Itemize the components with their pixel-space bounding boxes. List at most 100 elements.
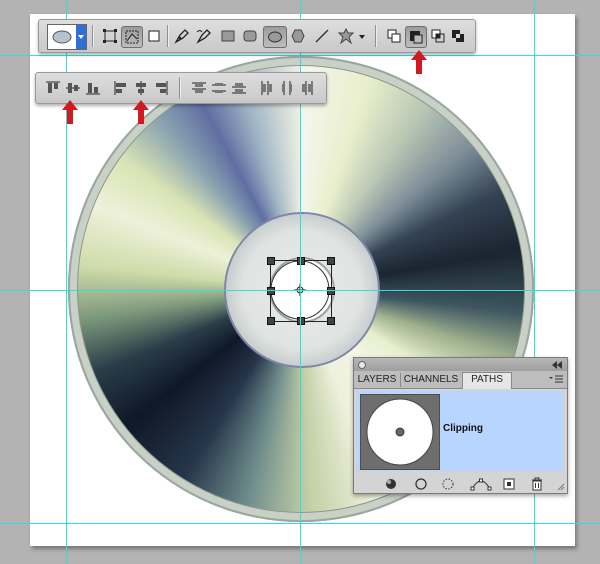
distribute-horizontal-centers-button[interactable]: [278, 79, 296, 97]
panel-tabs: LAYERS CHANNELS PATHS: [354, 371, 567, 389]
distribute-bottom-icon: [232, 83, 246, 94]
transform-handle-top[interactable]: [297, 257, 305, 265]
polygon-icon: [291, 29, 305, 43]
align-left-edges-button[interactable]: [112, 79, 130, 97]
guide-horizontal: [0, 290, 600, 291]
custom-shape-tool-button[interactable]: [337, 27, 355, 45]
distribute-horizontal-centers-icon: [282, 81, 292, 95]
resize-grip-icon[interactable]: [557, 483, 565, 491]
rounded-rectangle-icon: [243, 30, 257, 42]
rounded-rectangle-tool-button[interactable]: [241, 27, 259, 45]
distribute-left-icon: [261, 81, 272, 95]
trash-icon[interactable]: [530, 477, 544, 491]
subtract-area-icon: [410, 31, 423, 44]
intersect-area-icon: [431, 29, 445, 43]
chevron-down-icon: [78, 35, 84, 39]
paths-mode-icon: [125, 30, 139, 44]
panel-menu-icon[interactable]: [548, 374, 564, 386]
distribute-bottom-edges-button[interactable]: [230, 79, 248, 97]
path-thumbnail-shape: [366, 398, 434, 466]
fill-pixels-mode-button[interactable]: [145, 27, 163, 45]
custom-shape-icon: [338, 28, 354, 44]
add-to-path-area-button[interactable]: [385, 27, 403, 45]
pen-tool-button[interactable]: [173, 27, 191, 45]
distribute-vertical-centers-button[interactable]: [210, 79, 228, 97]
panel-title-bar[interactable]: [354, 358, 567, 371]
align-top-icon: [46, 81, 60, 93]
path-alignment-toolbar: [35, 72, 327, 104]
distribute-top-icon: [192, 82, 206, 93]
load-as-selection-icon[interactable]: [441, 477, 455, 491]
align-top-edges-button[interactable]: [44, 79, 62, 97]
transform-handle-left[interactable]: [267, 287, 275, 295]
toolbar-separator: [375, 25, 377, 47]
pen-tool-icon: [174, 29, 189, 44]
distribute-vertical-centers-icon: [212, 83, 226, 93]
distribute-left-edges-button[interactable]: [258, 79, 276, 97]
exclude-area-icon: [452, 30, 464, 42]
chevron-down-icon: [359, 35, 365, 39]
transform-handle-top-left[interactable]: [267, 257, 275, 265]
intersect-path-areas-button[interactable]: [429, 27, 447, 45]
transform-handle-bottom[interactable]: [297, 317, 305, 325]
rectangle-icon: [221, 30, 235, 42]
arrow-up-icon: [411, 50, 427, 74]
distribute-right-edges-button[interactable]: [298, 79, 316, 97]
rectangle-tool-button[interactable]: [219, 27, 237, 45]
align-horizontal-centers-button[interactable]: [132, 79, 150, 97]
transform-handle-bottom-left[interactable]: [267, 317, 275, 325]
paths-panel: LAYERS CHANNELS PATHS Clipping: [353, 357, 568, 494]
new-path-icon[interactable]: [502, 477, 516, 491]
ellipse-preset-picker[interactable]: [47, 24, 87, 50]
preset-dropdown-button[interactable]: [76, 25, 86, 49]
close-panel-icon[interactable]: [357, 360, 367, 370]
ellipse-tool-button[interactable]: [263, 26, 287, 48]
ellipse-icon: [268, 31, 282, 43]
fill-pixels-icon: [148, 30, 160, 42]
guide-horizontal: [0, 55, 600, 56]
shape-layers-icon: [103, 29, 117, 43]
exclude-overlapping-areas-button[interactable]: [449, 27, 467, 45]
toolbar-separator: [167, 25, 169, 47]
align-bottom-icon: [86, 83, 100, 95]
shape-options-toolbar: [38, 19, 476, 53]
align-right-edges-button[interactable]: [152, 79, 170, 97]
shape-layers-mode-button[interactable]: [101, 27, 119, 45]
transform-handle-bottom-right[interactable]: [327, 317, 335, 325]
toolbar-separator: [179, 77, 181, 99]
path-name: Clipping: [443, 423, 483, 434]
path-list-item[interactable]: Clipping: [357, 391, 563, 471]
align-vertical-centers-button[interactable]: [64, 79, 82, 97]
stroke-path-icon[interactable]: [414, 477, 428, 491]
align-vertical-centers-icon: [66, 83, 80, 93]
distribute-top-edges-button[interactable]: [190, 79, 208, 97]
path-thumbnail: [360, 394, 440, 470]
tab-channels[interactable]: CHANNELS: [400, 373, 463, 387]
paths-mode-button[interactable]: [121, 26, 143, 48]
freeform-pen-icon: [196, 29, 211, 44]
arrow-up-icon: [133, 100, 149, 124]
line-icon: [315, 29, 329, 43]
transform-handle-right[interactable]: [327, 287, 335, 295]
transform-handle-top-right[interactable]: [327, 257, 335, 265]
fill-path-icon[interactable]: [384, 477, 398, 491]
toolbar-separator: [92, 25, 94, 47]
ellipse-preset-icon: [52, 30, 72, 44]
add-area-icon: [387, 29, 401, 43]
align-left-icon: [114, 81, 126, 95]
panel-footer: [354, 474, 567, 493]
arrow-up-icon: [62, 100, 78, 124]
align-horizontal-centers-icon: [136, 81, 146, 95]
polygon-tool-button[interactable]: [289, 27, 307, 45]
line-tool-button[interactable]: [313, 27, 331, 45]
collapse-panel-icon[interactable]: [551, 360, 563, 370]
subtract-from-path-area-button[interactable]: [405, 26, 427, 48]
tab-layers[interactable]: LAYERS: [354, 373, 401, 387]
align-bottom-edges-button[interactable]: [84, 79, 102, 97]
custom-shape-dropdown[interactable]: [357, 27, 367, 45]
guide-horizontal: [0, 523, 600, 524]
tab-paths[interactable]: PATHS: [462, 372, 512, 389]
distribute-right-icon: [302, 81, 313, 95]
make-work-path-icon[interactable]: [470, 477, 492, 491]
freeform-pen-tool-button[interactable]: [195, 27, 213, 45]
